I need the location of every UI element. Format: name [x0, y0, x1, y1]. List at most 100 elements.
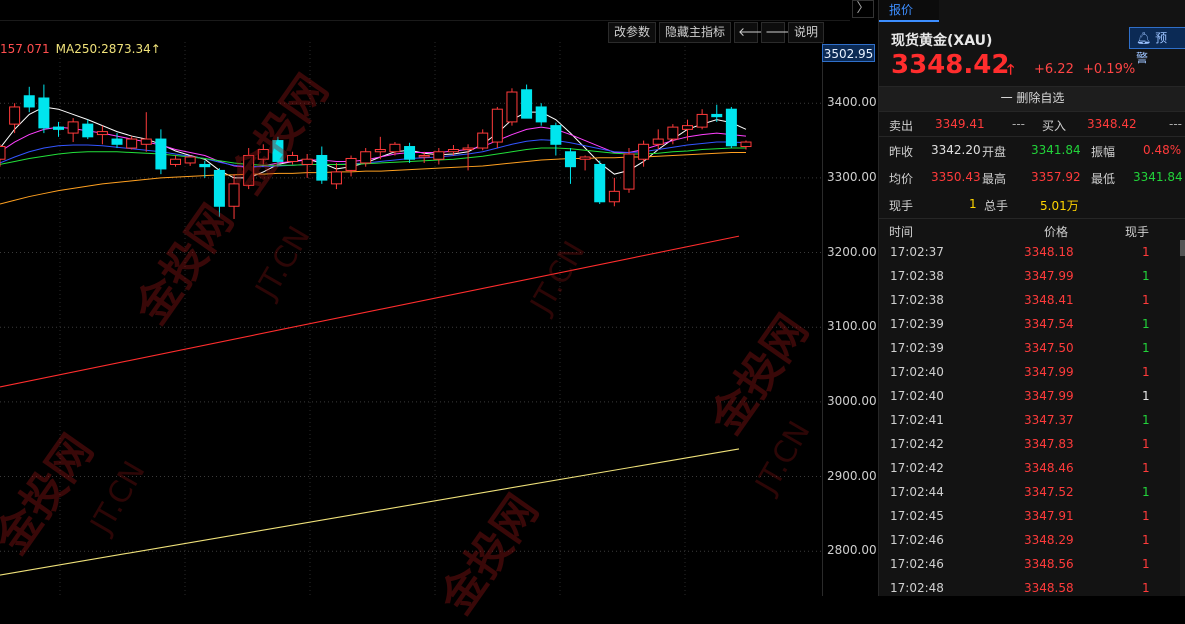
- chart-toolbar: 改参数 隐藏主指标 🡐 🡒 说明: [608, 22, 825, 43]
- candle-body: [82, 123, 94, 138]
- candle-body: [608, 190, 620, 203]
- price-scale-tick: 2800.00: [827, 543, 877, 558]
- tick-row: 17:02:42 3347.83 1: [879, 432, 1179, 456]
- tick-price: 3347.99: [1024, 389, 1074, 403]
- trend-line: [0, 235, 740, 388]
- tick-volume: 1: [1142, 485, 1150, 499]
- prev-close-value: 3342.20: [931, 143, 981, 157]
- candle-body: [623, 153, 635, 190]
- ticks-header: 时间 价格 现手: [879, 220, 1185, 239]
- candle-body: [140, 138, 152, 145]
- tick-volume: 1: [1142, 413, 1150, 427]
- tick-row: 17:02:38 3348.41 1: [879, 288, 1179, 312]
- candle-body: [433, 151, 445, 160]
- tick-row: 17:02:39 3347.54 1: [879, 312, 1179, 336]
- tick-row: 17:02:41 3347.37 1: [879, 408, 1179, 432]
- price-scale-tick: 3400.00: [827, 95, 877, 110]
- tick-row: 17:02:48 3348.58 1: [879, 576, 1179, 600]
- candle-body: [638, 143, 650, 160]
- edit-params-button[interactable]: 改参数: [608, 22, 657, 43]
- price-scale-tick: 3200.00: [827, 244, 877, 259]
- candlestick-chart[interactable]: [0, 42, 822, 596]
- tick-row: 17:02:45 3347.91 1: [879, 504, 1179, 528]
- candle-body: [23, 95, 35, 108]
- alert-button[interactable]: 🔔︎ 预警: [1129, 27, 1185, 65]
- tick-list[interactable]: 17:02:37 3348.18 1 17:02:38 3347.99 1 17:02:38…: [879, 240, 1179, 600]
- candle-body: [360, 151, 372, 164]
- candle-body: [287, 154, 299, 162]
- current-volume-label: 现手: [889, 199, 914, 213]
- trend-line: [0, 448, 740, 576]
- tick-time: 17:02:41: [890, 413, 944, 427]
- tick-price: 3348.29: [1024, 533, 1074, 547]
- candle-body: [316, 154, 328, 181]
- candle-body: [67, 121, 79, 134]
- price-change-percent: +0.19%: [1083, 62, 1136, 77]
- amplitude-value: 0.48%: [1143, 143, 1182, 157]
- tick-volume: 1: [1142, 557, 1150, 571]
- candle-body: [594, 163, 606, 203]
- ticks-header-volume: 现手: [1125, 225, 1150, 239]
- candle-body: [257, 149, 269, 160]
- tick-volume: 1: [1142, 293, 1150, 307]
- candle-body: [170, 158, 182, 165]
- candle-body: [521, 89, 533, 119]
- candle-body: [404, 146, 416, 160]
- candle-body: [243, 154, 255, 186]
- tick-row: 17:02:39 3347.50 1: [879, 336, 1179, 360]
- tick-volume: 1: [1142, 245, 1150, 259]
- high-label: 最高: [982, 172, 1007, 186]
- total-volume-label: 总手: [984, 199, 1009, 213]
- avg-price-label: 均价: [889, 172, 914, 186]
- tick-volume: 1: [1142, 365, 1150, 379]
- candle-body: [667, 126, 679, 140]
- price-scale-tick: 3300.00: [827, 169, 877, 184]
- tick-row: 17:02:46 3348.56 1: [879, 552, 1179, 576]
- panel-toggle-button[interactable]: 〉: [852, 0, 874, 18]
- tab-quote[interactable]: 报价: [879, 0, 939, 22]
- tick-time: 17:02:40: [890, 389, 944, 403]
- candle-body: [184, 156, 196, 164]
- arrow-left-icon[interactable]: 🡐: [734, 22, 770, 43]
- candle-body: [740, 141, 752, 148]
- avg-price-value: 3350.43: [931, 170, 981, 184]
- tick-list-scroll-thumb[interactable]: [1180, 240, 1185, 256]
- candle-body: [462, 147, 474, 151]
- candle-body: [579, 156, 591, 160]
- prev-close-label: 昨收: [889, 145, 914, 159]
- chart-pane[interactable]: 〉 改参数 隐藏主指标 🡐 🡒 说明 157.071 MA250:2873.34↑…: [0, 0, 877, 623]
- price-scale-divider: [822, 42, 823, 596]
- arrow-right-icon[interactable]: 🡒: [761, 22, 797, 43]
- candle-body: [213, 169, 225, 207]
- candle-body: [301, 158, 313, 165]
- hide-main-indicator-button[interactable]: 隐藏主指标: [659, 22, 732, 43]
- tick-row: 17:02:42 3348.46 1: [879, 456, 1179, 480]
- tick-price: 3348.46: [1024, 461, 1074, 475]
- price-scale-top-label: 3502.95: [822, 44, 875, 62]
- tick-time: 17:02:45: [890, 509, 944, 523]
- price-scale-tick: 3100.00: [827, 319, 877, 334]
- tick-volume: 1: [1142, 269, 1150, 283]
- sell-label: 卖出: [889, 119, 914, 133]
- candle-body: [0, 146, 6, 160]
- tick-price: 3347.99: [1024, 269, 1074, 283]
- tick-list-scrollbar[interactable]: [1180, 240, 1185, 596]
- tick-time: 17:02:42: [890, 461, 944, 475]
- candle-body: [550, 125, 562, 145]
- price-scale-tick: 2900.00: [827, 468, 877, 483]
- bell-icon: 🔔︎: [1136, 31, 1152, 45]
- candle-body: [477, 132, 489, 149]
- tick-row: 17:02:44 3347.52 1: [879, 480, 1179, 504]
- candle-body: [418, 154, 430, 158]
- candle-body: [535, 106, 547, 123]
- candle-body: [681, 125, 693, 130]
- remove-from-watchlist-button[interactable]: 一 删除自选: [879, 86, 1185, 112]
- tick-price: 3347.99: [1024, 365, 1074, 379]
- tick-price: 3348.58: [1024, 581, 1074, 595]
- low-value: 3341.84: [1133, 170, 1183, 184]
- tick-time: 17:02:44: [890, 485, 944, 499]
- candle-body: [711, 113, 723, 118]
- tick-time: 17:02:38: [890, 269, 944, 283]
- help-button[interactable]: 说明: [788, 22, 825, 43]
- candle-body: [374, 149, 386, 153]
